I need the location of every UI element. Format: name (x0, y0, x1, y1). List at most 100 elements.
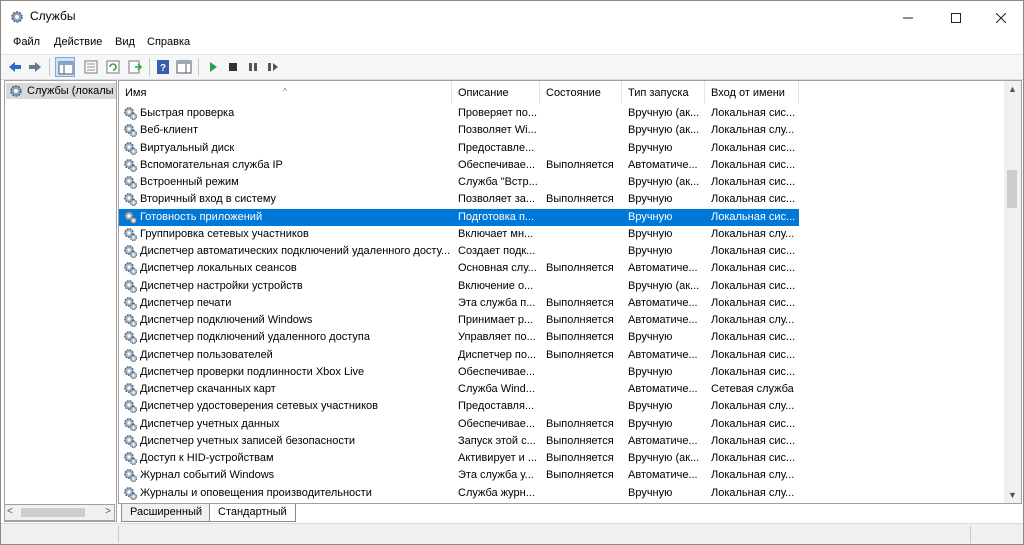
cell-state: Выполняется (546, 331, 614, 344)
pause-service-button[interactable] (243, 57, 263, 77)
back-button[interactable] (5, 57, 25, 77)
pane-icon (176, 60, 192, 74)
service-gear-icon (123, 399, 138, 414)
table-row[interactable]: Журналы и оповещения производительности С… (119, 485, 799, 502)
restart-service-button[interactable] (263, 57, 283, 77)
column-header-description[interactable]: Описание (452, 81, 540, 104)
stop-service-button[interactable] (223, 57, 243, 77)
table-row[interactable]: Диспетчер автоматических подключений уда… (119, 243, 799, 260)
cell-description: Включает мн... (458, 227, 534, 240)
cell-name: Журнал событий Windows (140, 469, 275, 482)
tab-extended[interactable]: Расширенный (121, 504, 211, 522)
table-row[interactable]: Виртуальный диск Предоставле... Вручную Лок… (119, 140, 799, 157)
action-pane-button[interactable] (174, 57, 194, 77)
cell-startup-type: Автоматиче... (628, 262, 698, 275)
cell-description: Предоставля... (458, 400, 535, 413)
scroll-left-icon[interactable]: < (7, 506, 13, 517)
menu-action[interactable]: Действие (54, 36, 102, 48)
table-row[interactable]: Веб-клиент Позволяет Wi... Вручную (ак... Л… (119, 122, 799, 139)
cell-name: Диспетчер подключений удаленного доступа (140, 331, 370, 344)
table-row[interactable]: Готовность приложений Подготовка п... Вруч… (119, 208, 799, 226)
refresh-button[interactable] (103, 57, 123, 77)
table-row[interactable]: Диспетчер скачанных карт Служба Wind... Ав… (119, 381, 799, 398)
cell-startup-type: Автоматиче... (628, 434, 698, 447)
cell-state: Выполняется (546, 193, 614, 206)
view-tabs: Расширенный Стандартный (118, 504, 1020, 523)
cell-name: Диспетчер локальных сеансов (140, 262, 297, 275)
close-button[interactable] (978, 1, 1023, 33)
cell-log-on-as: Локальная сис... (711, 245, 796, 257)
table-row[interactable]: Диспетчер подключений удаленного доступа… (119, 329, 799, 346)
cell-log-on-as: Локальная сис... (711, 279, 796, 292)
cell-name: Диспетчер настройки устройств (140, 279, 303, 292)
cell-description: Эта служба у... (458, 469, 534, 482)
scroll-right-icon[interactable]: > (105, 506, 111, 517)
cell-startup-type: Вручную (628, 141, 673, 154)
column-header-name[interactable]: Имя ^ (119, 81, 452, 104)
forward-button[interactable] (25, 57, 45, 77)
cell-name: Диспетчер проверки подлинности Xbox Live (140, 365, 365, 378)
table-row[interactable]: Диспетчер учетных данных Обеспечивае... Вы… (119, 416, 799, 433)
cell-log-on-as: Локальная слу... (711, 469, 795, 482)
scroll-up-icon[interactable]: ▲ (1008, 84, 1017, 94)
table-row[interactable]: Диспетчер настройки устройств Включение о… (119, 278, 799, 295)
toolbar-separator (198, 58, 199, 76)
help-button[interactable]: ? (153, 57, 173, 77)
cell-name: Диспетчер автоматических подключений уда… (140, 245, 450, 257)
start-service-button[interactable] (203, 57, 223, 77)
menu-file[interactable]: Файл (13, 36, 40, 48)
table-row[interactable]: Диспетчер удостоверения сетевых участник… (119, 398, 799, 415)
table-row[interactable]: Журнал событий Windows Эта служба у... Вып… (119, 467, 799, 484)
column-header-state[interactable]: Состояние (540, 81, 622, 104)
table-row[interactable]: Доступ к HID-устройствам Активирует и ...… (119, 450, 799, 467)
minimize-button[interactable] (885, 1, 931, 33)
menu-view[interactable]: Вид (115, 36, 135, 48)
cell-log-on-as: Локальная сис... (711, 141, 796, 154)
cell-log-on-as: Локальная сис... (711, 107, 796, 119)
table-row[interactable]: Вспомогательная служба IP Обеспечивае... В… (119, 157, 799, 174)
cell-name: Быстрая проверка (140, 107, 235, 119)
cell-description: Диспетчер по... (458, 348, 537, 361)
cell-log-on-as: Локальная сис... (711, 193, 796, 206)
status-bar (1, 523, 1023, 544)
cell-state: Выполняется (546, 158, 614, 171)
cell-name: Вспомогательная служба IP (140, 158, 283, 171)
cell-name: Диспетчер учетных записей безопасности (140, 434, 356, 447)
table-row[interactable]: Быстрая проверка Проверяет по... Вручную (… (119, 105, 799, 122)
service-gear-icon (123, 486, 138, 501)
cell-description: Проверяет по... (458, 107, 538, 119)
toolbar: ? (1, 54, 1023, 80)
column-header-log-on-as[interactable]: Вход от имени (705, 81, 799, 104)
table-row[interactable]: Диспетчер проверки подлинности Xbox Live… (119, 364, 799, 381)
tree-node-label: Службы (локалы (27, 85, 114, 97)
maximize-button[interactable] (933, 1, 979, 33)
table-row[interactable]: Диспетчер учетных записей безопасности За… (119, 433, 799, 450)
tab-standard[interactable]: Стандартный (209, 504, 296, 522)
show-console-tree-button[interactable] (55, 57, 75, 77)
list-view-icon (84, 60, 98, 74)
table-row[interactable]: Встроенный режим Служба "Встр... Вручную (… (119, 174, 799, 191)
cell-name: Виртуальный диск (140, 141, 235, 154)
cell-description: Подготовка п... (458, 210, 535, 223)
table-row[interactable]: Диспетчер локальных сеансов Основная слу.… (119, 260, 799, 277)
list-vertical-scrollbar[interactable]: ▲ ▼ (1004, 81, 1021, 503)
scroll-thumb[interactable] (1007, 170, 1017, 208)
table-row[interactable]: Группировка сетевых участников Включает м… (119, 226, 799, 243)
table-row[interactable]: Диспетчер печати Эта служба п... Выполняет… (119, 295, 799, 312)
column-header-startup-type[interactable]: Тип запуска (622, 81, 705, 104)
tree-horizontal-scrollbar[interactable]: < > (4, 504, 115, 521)
restart-icon (268, 63, 278, 71)
service-gear-icon (123, 330, 138, 345)
table-row[interactable]: Диспетчер пользователей Диспетчер по... Вы… (119, 347, 799, 364)
title-bar: Службы (1, 1, 1023, 33)
table-row[interactable]: Вторичный вход в систему Позволяет за... В… (119, 191, 799, 208)
scroll-thumb[interactable] (21, 508, 85, 517)
table-row[interactable]: Диспетчер подключений Windows Принимает р… (119, 312, 799, 329)
back-arrow-icon (9, 62, 21, 72)
window-title: Службы (30, 9, 76, 23)
scroll-down-icon[interactable]: ▼ (1008, 490, 1017, 500)
tree-node-services-local[interactable]: Службы (локалы (6, 83, 116, 99)
menu-help[interactable]: Справка (147, 36, 190, 48)
export-list-button[interactable] (125, 57, 145, 77)
properties-view-button[interactable] (81, 57, 101, 77)
